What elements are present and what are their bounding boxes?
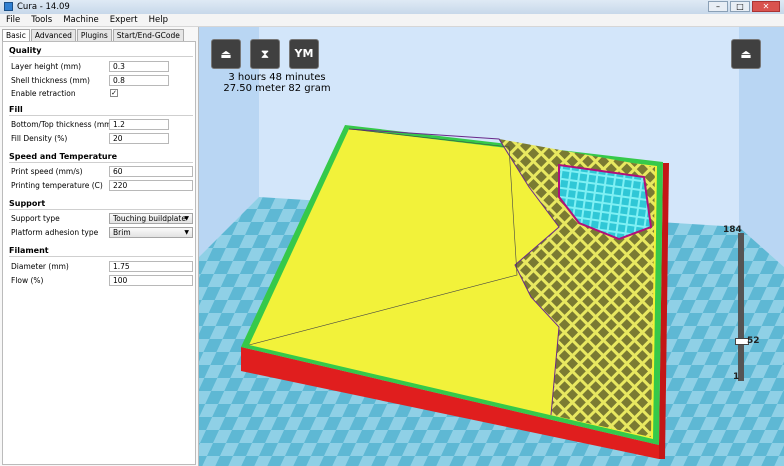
menu-tools[interactable]: Tools [25, 14, 57, 26]
divider [9, 256, 193, 257]
flow-input[interactable]: 100 [109, 275, 193, 286]
fill-density-input[interactable]: 20 [109, 133, 169, 144]
save-print-icon: ⧗ [260, 47, 270, 61]
layer-max-label: 184 [723, 225, 742, 235]
print-speed-input[interactable]: 60 [109, 166, 193, 177]
cura-app-icon [4, 2, 13, 11]
section-filament-title: Filament [9, 246, 49, 255]
divider [9, 209, 193, 210]
print-time-estimate: 3 hours 48 minutes [228, 72, 326, 83]
tab-basic[interactable]: Basic [2, 29, 30, 41]
maximize-button[interactable]: □ [730, 1, 750, 12]
minimize-button[interactable]: – [708, 1, 728, 12]
menu-help[interactable]: Help [143, 14, 173, 26]
tab-start-end-gcode[interactable]: Start/End-GCode [112, 29, 184, 41]
settings-panel: Basic Advanced Plugins Start/End-GCode Q… [0, 27, 199, 466]
section-speed-title: Speed and Temperature [9, 152, 117, 161]
diameter-input[interactable]: 1.75 [109, 261, 193, 272]
divider [9, 56, 193, 57]
title-bar: Cura - 14.09 – □ ✕ [0, 0, 784, 15]
chevron-down-icon: ▼ [184, 215, 189, 222]
bottom-top-thickness-label: Bottom/Top thickness (mm) [11, 120, 115, 129]
support-type-label: Support type [11, 214, 60, 223]
section-support-title: Support [9, 199, 46, 208]
chevron-down-icon: ▼ [184, 229, 189, 236]
divider [9, 115, 193, 116]
shell-thickness-input[interactable]: 0.8 [109, 75, 169, 86]
load-icon: ⏏ [220, 47, 232, 61]
platform-adhesion-value: Brim [113, 228, 131, 237]
tab-advanced[interactable]: Advanced [30, 29, 76, 41]
flow-label: Flow (%) [11, 276, 44, 285]
shell-thickness-label: Shell thickness (mm) [11, 76, 90, 85]
print-speed-label: Print speed (mm/s) [11, 167, 83, 176]
layer-height-label: Layer height (mm) [11, 62, 82, 71]
divider [9, 162, 193, 163]
support-type-select[interactable]: Touching buildplate ▼ [109, 213, 193, 224]
diameter-label: Diameter (mm) [11, 262, 69, 271]
youmagine-button[interactable]: YM [289, 39, 319, 69]
basic-tab-panel: Quality Layer height (mm) 0.3 Shell thic… [2, 41, 196, 465]
window-title: Cura - 14.09 [17, 2, 70, 12]
menu-bar: File Tools Machine Expert Help [0, 14, 784, 27]
3d-viewport[interactable]: ⏏ ⧗ YM 3 hours 48 minutes 27.50 meter 82… [199, 27, 784, 466]
section-fill-title: Fill [9, 105, 23, 114]
settings-tabs: Basic Advanced Plugins Start/End-GCode [2, 29, 185, 41]
enable-retraction-checkbox[interactable]: ✓ [110, 89, 118, 97]
menu-file[interactable]: File [0, 14, 25, 26]
view-mode-button[interactable]: ⏏ [731, 39, 761, 69]
youmagine-label: YM [294, 47, 314, 60]
platform-adhesion-select[interactable]: Brim ▼ [109, 227, 193, 238]
load-model-button[interactable]: ⏏ [211, 39, 241, 69]
printing-temperature-input[interactable]: 220 [109, 180, 193, 191]
layer-height-input[interactable]: 0.3 [109, 61, 169, 72]
layer-current-label: 52 [747, 335, 760, 346]
fill-density-label: Fill Density (%) [11, 134, 68, 143]
layer-slider-track[interactable] [738, 233, 744, 381]
save-toolpath-button[interactable]: ⧗ [250, 39, 280, 69]
support-type-value: Touching buildplate [113, 214, 186, 223]
material-estimate: 27.50 meter 82 gram [223, 83, 331, 94]
menu-machine[interactable]: Machine [57, 14, 104, 26]
printing-temperature-label: Printing temperature (C) [11, 181, 103, 190]
enable-retraction-label: Enable retraction [11, 89, 76, 98]
view-mode-icon: ⏏ [740, 47, 752, 61]
bottom-top-thickness-input[interactable]: 1.2 [109, 119, 169, 130]
window-controls: – □ ✕ [708, 1, 780, 12]
platform-adhesion-label: Platform adhesion type [11, 228, 99, 237]
close-button[interactable]: ✕ [752, 1, 780, 12]
layer-min-label: 1 [733, 372, 740, 382]
menu-expert[interactable]: Expert [104, 14, 143, 26]
tab-plugins[interactable]: Plugins [76, 29, 112, 41]
section-quality-title: Quality [9, 46, 42, 55]
